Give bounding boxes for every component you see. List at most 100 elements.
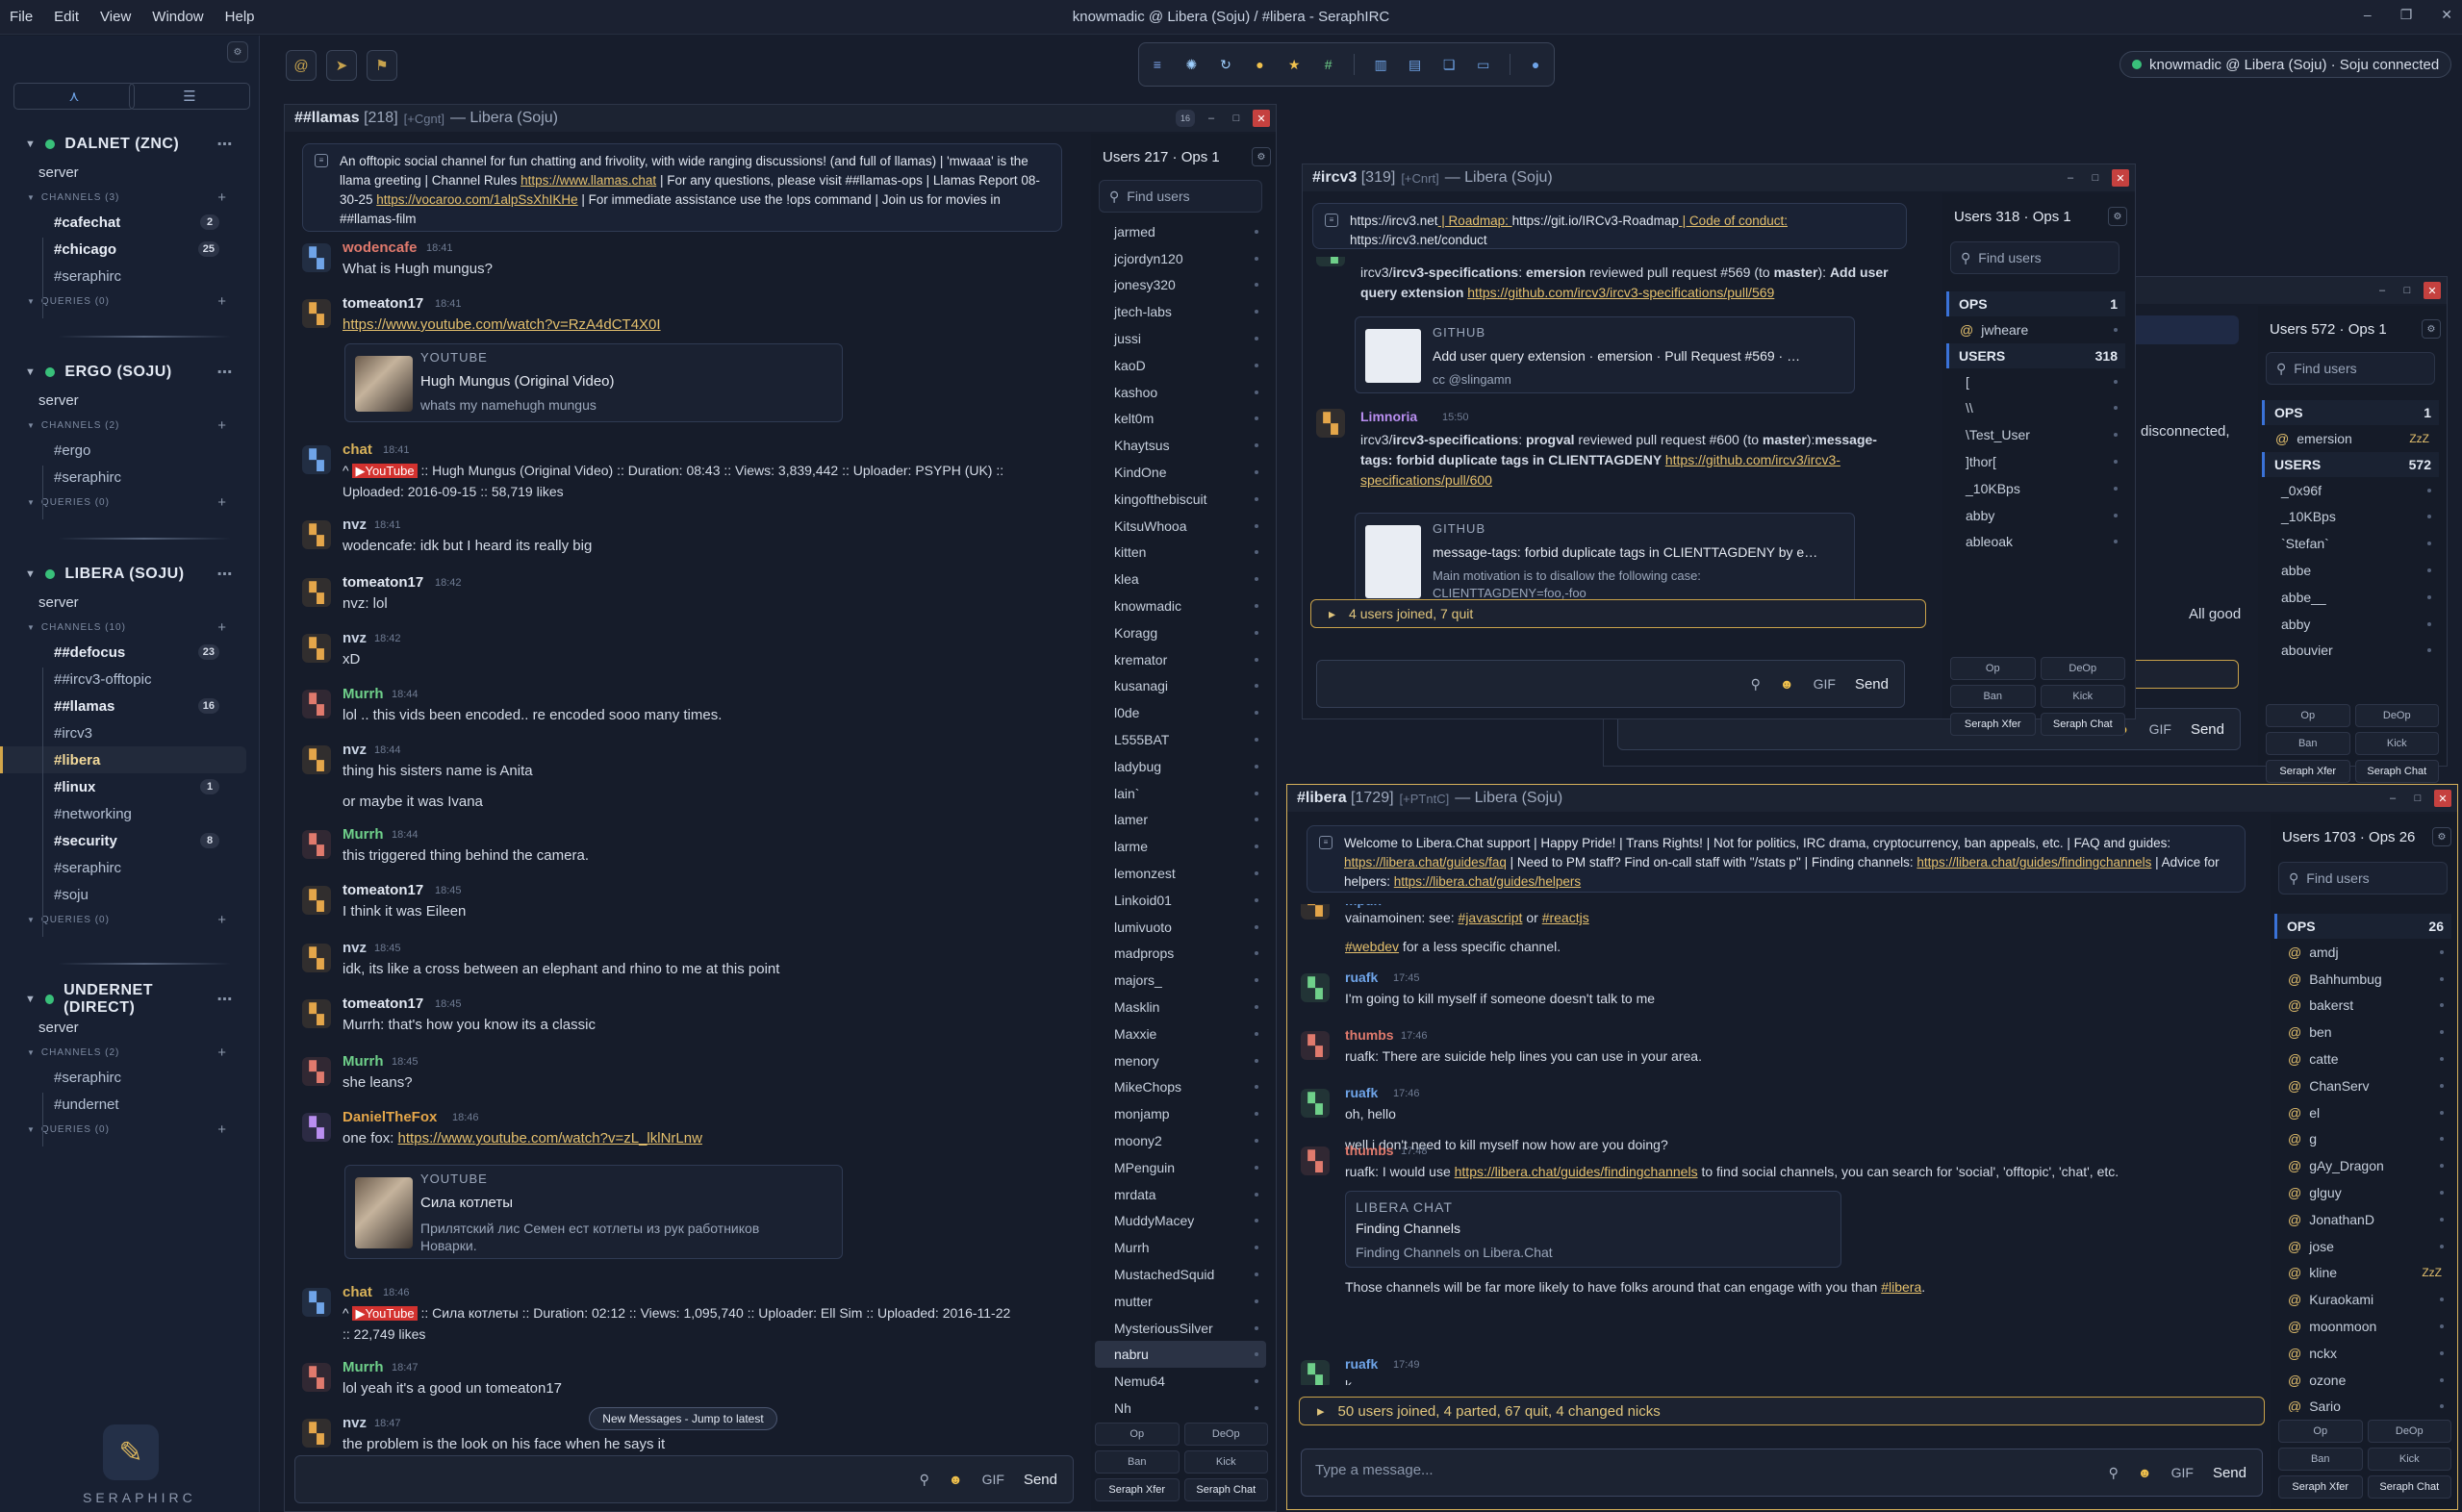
flag-icon[interactable]: ⚑ xyxy=(367,50,397,81)
user-list-item[interactable]: madprops xyxy=(1095,941,1266,968)
user-list-item[interactable]: _10KBps xyxy=(1946,475,2125,502)
message-nick[interactable]: wodencafe xyxy=(343,239,418,256)
sidebar-channel[interactable]: #networking xyxy=(0,800,260,827)
user-list-item[interactable]: larme xyxy=(1095,833,1266,860)
sidebar-channel[interactable]: #seraphirc xyxy=(0,464,260,491)
message-nick[interactable]: thumbs xyxy=(1345,1143,1394,1158)
message-nick[interactable]: ruafk xyxy=(1345,1085,1378,1100)
user-list-item[interactable]: nabru xyxy=(1095,1341,1266,1369)
user-list-item[interactable]: @ Bahhumbug xyxy=(2274,966,2451,993)
channels-section[interactable]: ▼ CHANNELS (2) + xyxy=(0,414,260,437)
user-list-item[interactable]: @ ozone xyxy=(2274,1367,2451,1394)
maximize-icon[interactable]: □ xyxy=(2399,282,2416,299)
message-nick[interactable]: ruafk xyxy=(1345,1356,1378,1372)
join-quit-summary[interactable]: ▸ 50 users joined, 4 parted, 67 quit, 4 c… xyxy=(1299,1397,2265,1425)
user-list-item[interactable]: kashoo xyxy=(1095,379,1266,406)
user-list-item[interactable]: _0x96f xyxy=(2262,477,2439,504)
message-link[interactable]: https://www.youtube.com/watch?v=RzA4dCT4… xyxy=(343,316,661,333)
channels-section[interactable]: ▼ CHANNELS (10) + xyxy=(0,616,260,639)
user-list-item[interactable]: Murrh xyxy=(1095,1234,1266,1261)
user-list-item[interactable]: jtech-labs xyxy=(1095,298,1266,325)
channels-section[interactable]: ▼ CHANNELS (2) + xyxy=(0,1041,260,1064)
network-header[interactable]: ▼ DALNET (ZNC) ⋯ xyxy=(0,130,260,159)
add-channel-icon[interactable]: + xyxy=(217,189,227,206)
gif-button[interactable]: GIF xyxy=(1814,676,1836,692)
add-channel-icon[interactable]: + xyxy=(217,417,227,434)
user-list-item[interactable]: jussi xyxy=(1095,325,1266,352)
deop-button[interactable]: DeOp xyxy=(2354,704,2439,727)
user-list-item[interactable]: Nh xyxy=(1095,1395,1266,1421)
seraph-xfer-button[interactable]: Seraph Xfer xyxy=(2278,1475,2363,1499)
attach-icon[interactable]: ⚲ xyxy=(1751,676,1761,693)
more-icon[interactable]: ⋯ xyxy=(217,990,234,1009)
message-nick[interactable]: nvz xyxy=(343,940,367,956)
user-list-item[interactable]: @ ChanServ xyxy=(2274,1072,2451,1099)
tab-networks[interactable]: ⋏ xyxy=(13,83,135,110)
channel-link[interactable]: #libera xyxy=(1881,1279,1921,1295)
gif-button[interactable]: GIF xyxy=(2149,721,2171,737)
user-list-item[interactable]: ]thor[ xyxy=(1946,448,2125,475)
message-nick[interactable]: Murrh xyxy=(343,826,384,843)
maximize-icon[interactable]: □ xyxy=(2409,790,2426,807)
sidebar-channel[interactable]: ##llamas 16 xyxy=(0,693,260,719)
user-list-item[interactable]: kingofthebiscuit xyxy=(1095,486,1266,513)
jump-to-latest-button[interactable]: New Messages - Jump to latest xyxy=(589,1407,777,1430)
message-nick[interactable]: DanielTheFox xyxy=(343,1109,437,1125)
user-list-item[interactable]: MuddyMacey xyxy=(1095,1207,1266,1234)
users-group-header[interactable]: USERS 318 xyxy=(1946,342,2125,368)
user-list-item[interactable]: @ ben xyxy=(2274,1019,2451,1046)
tab-list[interactable]: ☰ xyxy=(129,83,250,110)
close-icon[interactable]: ✕ xyxy=(2434,790,2451,807)
user-list-item[interactable]: MPenguin xyxy=(1095,1154,1266,1181)
user-list-item[interactable]: \Test_User xyxy=(1946,421,2125,448)
send-button[interactable]: Send xyxy=(1024,1472,1057,1488)
user-list-item[interactable]: `Stefan` xyxy=(2262,530,2439,557)
user-list-item[interactable]: kaoD xyxy=(1095,352,1266,379)
network-header[interactable]: ▼ ERGO (SOJU) ⋯ xyxy=(0,358,260,387)
queries-section[interactable]: ▼ QUERIES (0) + xyxy=(0,290,260,313)
message-nick[interactable]: tomeaton17 xyxy=(343,882,423,898)
kick-button[interactable]: Kick xyxy=(1183,1450,1268,1474)
refresh-icon[interactable]: ↻ xyxy=(1217,54,1234,75)
user-list-item[interactable]: klea xyxy=(1095,566,1266,592)
gif-button[interactable]: GIF xyxy=(982,1472,1004,1487)
channel-link[interactable]: #reactjs xyxy=(1542,910,1589,925)
deop-button[interactable]: DeOp xyxy=(2367,1420,2451,1443)
user-list-item[interactable]: MustachedSquid xyxy=(1095,1261,1266,1288)
window-titlebar[interactable]: ##llamas [218] [+Cgnt] — Libera (Soju) 16–… xyxy=(285,105,1276,132)
user-list-item[interactable]: mutter xyxy=(1095,1288,1266,1315)
user-list-item[interactable]: Koragg xyxy=(1095,619,1266,646)
ban-button[interactable]: Ban xyxy=(2278,1448,2363,1471)
op-button[interactable]: Op xyxy=(2278,1420,2363,1443)
sidebar-channel[interactable]: #libera xyxy=(0,746,246,773)
send-button[interactable]: Send xyxy=(1855,676,1889,693)
user-list-item[interactable]: monjamp xyxy=(1095,1100,1266,1127)
user-list-item[interactable]: l0de xyxy=(1095,699,1266,726)
send-icon[interactable]: ➤ xyxy=(326,50,357,81)
message-nick[interactable]: ruafk xyxy=(1345,970,1378,985)
sidebar-channel[interactable]: #undernet xyxy=(0,1091,260,1118)
ops-group-header[interactable]: OPS 1 xyxy=(2262,400,2439,425)
network-header[interactable]: ▼ UNDERNET (DIRECT) ⋯ xyxy=(0,982,260,1016)
message-nick[interactable]: nvz xyxy=(343,517,367,533)
add-query-icon[interactable]: + xyxy=(217,1121,227,1138)
window-libera[interactable]: #libera [1729] [+PTntC] — Libera (Soju) – □… xyxy=(1286,784,2458,1510)
seraph-chat-button[interactable]: Seraph Chat xyxy=(2367,1475,2451,1499)
message-nick[interactable]: Murrh xyxy=(343,686,384,702)
topic-link[interactable]: https://libera.chat/guides/helpers xyxy=(1394,874,1581,889)
user-settings-icon[interactable]: ⚙ xyxy=(2432,827,2451,846)
user-list-item[interactable]: @ Kuraokami xyxy=(2274,1286,2451,1313)
message-link[interactable]: https://github.com/ircv3/ircv3-specifica… xyxy=(1467,285,1774,300)
queries-section[interactable]: ▼ QUERIES (0) + xyxy=(0,908,260,931)
restore-icon[interactable]: ❐ xyxy=(2400,7,2413,23)
find-users-input[interactable]: ⚲ Find users xyxy=(1950,241,2119,274)
link-preview[interactable]: YOUTUBE Hugh Mungus (Original Video) whats… xyxy=(344,343,843,422)
link-preview[interactable]: GITHUB message-tags: forbid duplicate tag… xyxy=(1355,513,1855,609)
window-ircv3[interactable]: #ircv3 [319] [+Cnrt] — Libera (Soju) – □ ✕ ≡… xyxy=(1302,164,2136,736)
send-button[interactable]: Send xyxy=(2213,1465,2246,1481)
kick-button[interactable]: Kick xyxy=(2367,1448,2451,1471)
ops-group-header[interactable]: OPS 1 xyxy=(1946,291,2125,316)
seraph-chat-button[interactable]: Seraph Chat xyxy=(2040,713,2125,736)
channel-link[interactable]: #javascript xyxy=(1459,910,1523,925)
info-icon[interactable]: ● xyxy=(1527,54,1544,75)
